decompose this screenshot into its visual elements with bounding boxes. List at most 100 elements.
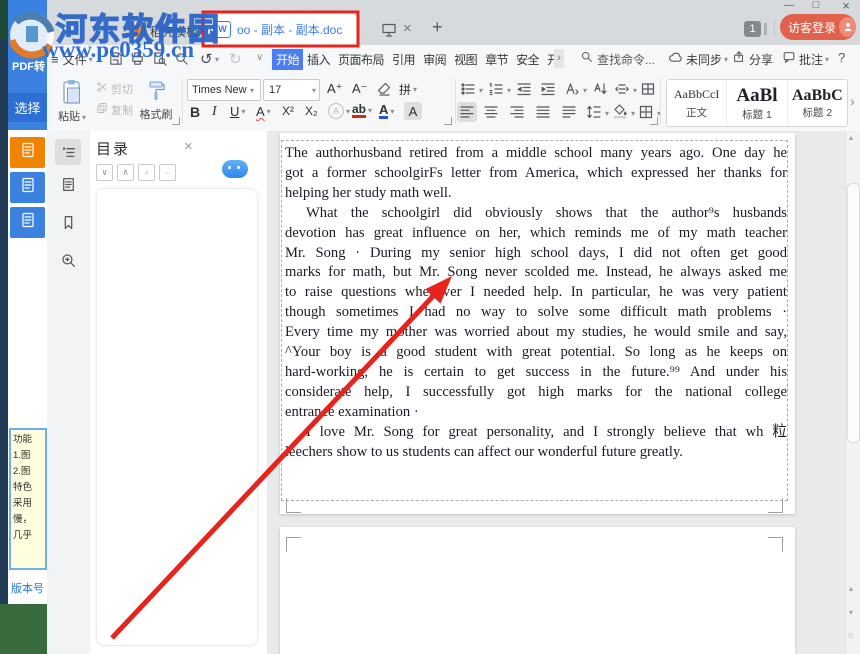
collapse-all-button[interactable]: ∧ [117, 164, 134, 181]
subscript-button[interactable]: X₂ [305, 104, 318, 118]
maximize-button[interactable]: □ [806, 0, 826, 12]
previous-page-button[interactable]: ▴ [849, 584, 853, 593]
sidebar-bookmark-button[interactable] [60, 214, 77, 236]
text-tool-icon[interactable] [564, 81, 580, 102]
increase-indent-icon[interactable] [540, 81, 556, 102]
paste-button[interactable]: 粘贴▾ [54, 78, 90, 124]
ai-assistant-icon[interactable] [222, 160, 248, 178]
align-left-button[interactable] [457, 102, 477, 122]
style-heading-1[interactable]: AaBl 标题 1 [727, 80, 787, 126]
line-spacing-icon[interactable] [586, 104, 602, 125]
shading-bucket-icon[interactable] [612, 103, 628, 124]
justify-button[interactable] [535, 104, 551, 125]
font-name-select[interactable]: Times New Roma ▾ [187, 79, 261, 101]
ribbon-tab-home[interactable]: 开始 [272, 49, 303, 70]
decrease-indent-icon[interactable] [516, 81, 532, 102]
ribbon-tab-review[interactable]: 审阅 [419, 49, 450, 70]
grow-font-button[interactable]: A⁺ [327, 81, 343, 97]
window-count-badge[interactable]: 1 [744, 21, 761, 37]
character-shading-button[interactable]: A [404, 102, 422, 120]
expand-all-button[interactable]: ∨ [96, 164, 113, 181]
comments-button[interactable]: 批注 ▾ [782, 50, 829, 68]
underline-button[interactable]: U ▾ [230, 104, 245, 119]
nav-panel-content[interactable] [96, 188, 258, 646]
ribbon-tab-insert[interactable]: 插入 [303, 49, 334, 70]
bold-button[interactable]: B [190, 104, 200, 120]
doc-line: Mr. Song · During my senior high school … [285, 244, 787, 264]
ribbon-tab-security[interactable]: 安全 [512, 49, 543, 70]
minimize-button[interactable]: — [779, 0, 799, 13]
scroll-up-icon[interactable]: ▴ [849, 133, 853, 142]
superscript-button[interactable]: X² [282, 104, 294, 118]
close-tab-icon[interactable]: × [403, 20, 412, 37]
sidebar-outline-button[interactable] [55, 139, 81, 165]
sort-icon[interactable] [592, 81, 608, 102]
font-color-button[interactable]: A ▾ [379, 103, 394, 119]
convert-button-blue-1[interactable] [10, 172, 45, 203]
convert-button-orange[interactable] [10, 137, 45, 168]
demote-button[interactable]: − [159, 164, 176, 181]
italic-button[interactable]: I [212, 104, 217, 120]
distribute-button[interactable] [561, 104, 577, 125]
file-menu[interactable]: ≡ 文件 ▾ [51, 49, 93, 69]
font-size-select[interactable]: 17 ▾ [263, 79, 320, 101]
print-icon[interactable] [130, 51, 145, 71]
cloud-sync-button[interactable]: 未同步 ▾ [668, 50, 728, 68]
ribbon-tab-scroll-button[interactable]: › [554, 49, 564, 68]
ribbon-tab-section[interactable]: 章节 [481, 49, 512, 70]
columns-icon[interactable] [640, 81, 656, 102]
align-center-button[interactable] [483, 104, 499, 125]
promote-button[interactable]: + [138, 164, 155, 181]
styles-scroll-button[interactable]: › [850, 93, 855, 109]
page-select-button[interactable]: ○ [848, 630, 853, 640]
numbered-list-icon[interactable] [488, 81, 504, 102]
nav-panel-close-icon[interactable]: × [184, 138, 193, 155]
style-normal[interactable]: AaBbCcI 正文 [667, 80, 727, 126]
enclose-character-button[interactable]: A ▾ [328, 103, 350, 119]
print-preview-icon[interactable] [152, 51, 167, 71]
find-command-button[interactable]: 查找命令... [580, 50, 655, 68]
select-button[interactable]: 选择 [8, 93, 47, 122]
dialog-launcher[interactable] [444, 117, 452, 125]
ribbon-tab-references[interactable]: 引用 [388, 49, 419, 70]
clear-format-icon[interactable] [376, 81, 392, 102]
undo-button[interactable]: ↺ [200, 50, 213, 68]
sidebar-find-replace-button[interactable] [60, 252, 77, 274]
version-link[interactable]: 版本号 [11, 580, 44, 596]
pinyin-guide-button[interactable]: 拼 ▾ [399, 81, 417, 98]
save-icon[interactable] [108, 51, 123, 71]
document-text[interactable]: The authorhusband retired from a middle … [285, 144, 787, 463]
help-button[interactable]: ? [838, 50, 845, 65]
scrollbar-thumb[interactable] [847, 183, 860, 443]
redo-button[interactable]: ↻ [229, 50, 242, 68]
more-commands-icon[interactable]: ∨ [256, 52, 263, 63]
highlight-color-button[interactable]: ab ▾ [352, 103, 372, 118]
tab-document[interactable]: W oo - 副本 - 副本.doc [205, 13, 358, 45]
chevron-down-icon: ▾ [633, 86, 637, 95]
share-button[interactable]: 分享 [732, 50, 773, 68]
ribbon-tab-developer[interactable]: 开发工 [543, 49, 554, 70]
find-icon[interactable] [174, 51, 189, 71]
next-page-button[interactable]: ▾ [849, 608, 853, 617]
dialog-launcher[interactable] [650, 117, 658, 125]
sidebar-thumbnails-button[interactable] [60, 176, 77, 198]
screen-share-icon[interactable] [381, 23, 397, 42]
ribbon-tab-view[interactable]: 视图 [450, 49, 481, 70]
document-page-2[interactable] [280, 527, 795, 654]
character-scale-icon[interactable] [614, 81, 630, 102]
convert-button-blue-2[interactable] [10, 207, 45, 238]
ribbon-tab-page-layout[interactable]: 页面布局 [334, 49, 388, 70]
cut-button[interactable]: 剪切 [96, 82, 133, 96]
strikethrough-button[interactable]: A ▾ [256, 104, 271, 119]
copy-button[interactable]: 复制 [96, 103, 133, 117]
align-right-button[interactable] [509, 104, 525, 125]
guest-login-button[interactable]: 访客登录 [780, 14, 856, 40]
bullet-list-icon[interactable] [460, 81, 476, 102]
shrink-font-button[interactable]: A⁻ [352, 81, 368, 97]
new-tab-button[interactable]: + [432, 17, 443, 38]
style-heading-2[interactable]: AaBbC 标题 2 [788, 80, 847, 126]
dialog-launcher[interactable] [172, 117, 180, 125]
tab-home-templates[interactable]: 稻壳模板 [133, 18, 198, 44]
close-button[interactable]: × [836, 0, 856, 11]
undo-dropdown-icon[interactable]: ▾ [215, 55, 219, 64]
